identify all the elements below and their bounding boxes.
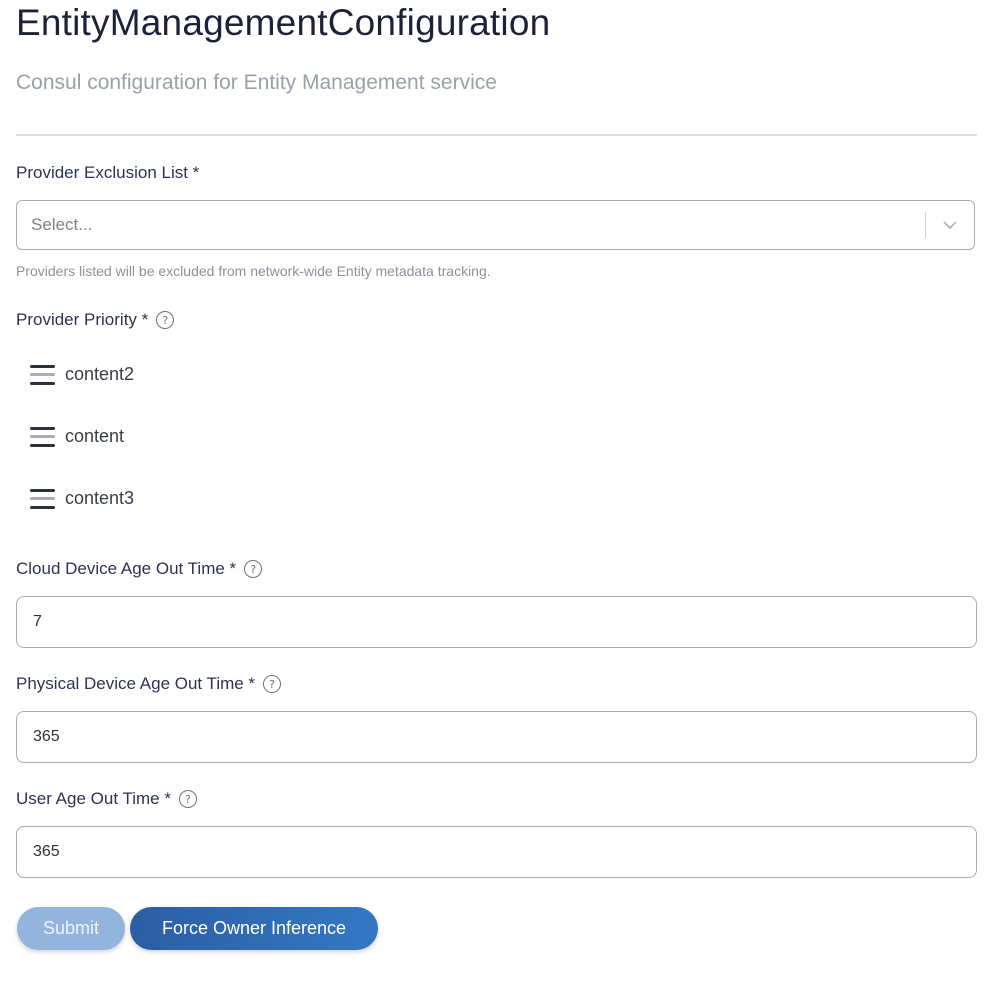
select-placeholder: Select...: [31, 215, 93, 234]
divider: [16, 134, 977, 136]
priority-list-item[interactable]: content: [30, 426, 124, 447]
help-icon[interactable]: ?: [178, 790, 197, 808]
provider-priority-label-text: Provider Priority *: [16, 310, 149, 329]
provider-exclusion-label-text: Provider Exclusion List *: [16, 163, 200, 182]
physical-age-label: Physical Device Age Out Time * ?: [16, 674, 282, 694]
drag-handle-icon[interactable]: [30, 364, 55, 385]
submit-button[interactable]: Submit: [17, 907, 125, 950]
user-age-input[interactable]: 365: [16, 826, 977, 878]
priority-list-item[interactable]: content3: [30, 488, 134, 509]
priority-item-label: content2: [65, 364, 135, 384]
user-age-label: User Age Out Time * ?: [16, 789, 197, 809]
help-icon[interactable]: ?: [263, 675, 282, 693]
chevron-down-icon[interactable]: [926, 220, 974, 230]
drag-handle-icon[interactable]: [30, 488, 55, 509]
physical-age-input[interactable]: 365: [16, 711, 977, 763]
help-icon[interactable]: ?: [156, 311, 175, 329]
user-age-label-text: User Age Out Time *: [16, 789, 171, 808]
help-icon[interactable]: ?: [244, 560, 263, 578]
page-title: EntityManagementConfiguration: [16, 2, 551, 43]
provider-exclusion-label: Provider Exclusion List *: [16, 163, 199, 183]
provider-priority-label: Provider Priority * ?: [16, 310, 175, 330]
provider-exclusion-hint: Providers listed will be excluded from n…: [16, 263, 491, 279]
priority-item-label: content3: [65, 488, 135, 508]
drag-handle-icon[interactable]: [30, 426, 55, 447]
physical-age-label-text: Physical Device Age Out Time *: [16, 674, 256, 693]
cloud-age-label: Cloud Device Age Out Time * ?: [16, 559, 263, 579]
provider-exclusion-select[interactable]: Select...: [16, 200, 975, 250]
page-subtitle: Consul configuration for Entity Manageme…: [16, 71, 497, 94]
force-owner-inference-button[interactable]: Force Owner Inference: [130, 907, 378, 950]
cloud-age-input[interactable]: 7: [16, 596, 977, 648]
priority-list-item[interactable]: content2: [30, 364, 134, 385]
priority-item-label: content: [65, 426, 125, 446]
cloud-age-label-text: Cloud Device Age Out Time *: [16, 559, 237, 578]
